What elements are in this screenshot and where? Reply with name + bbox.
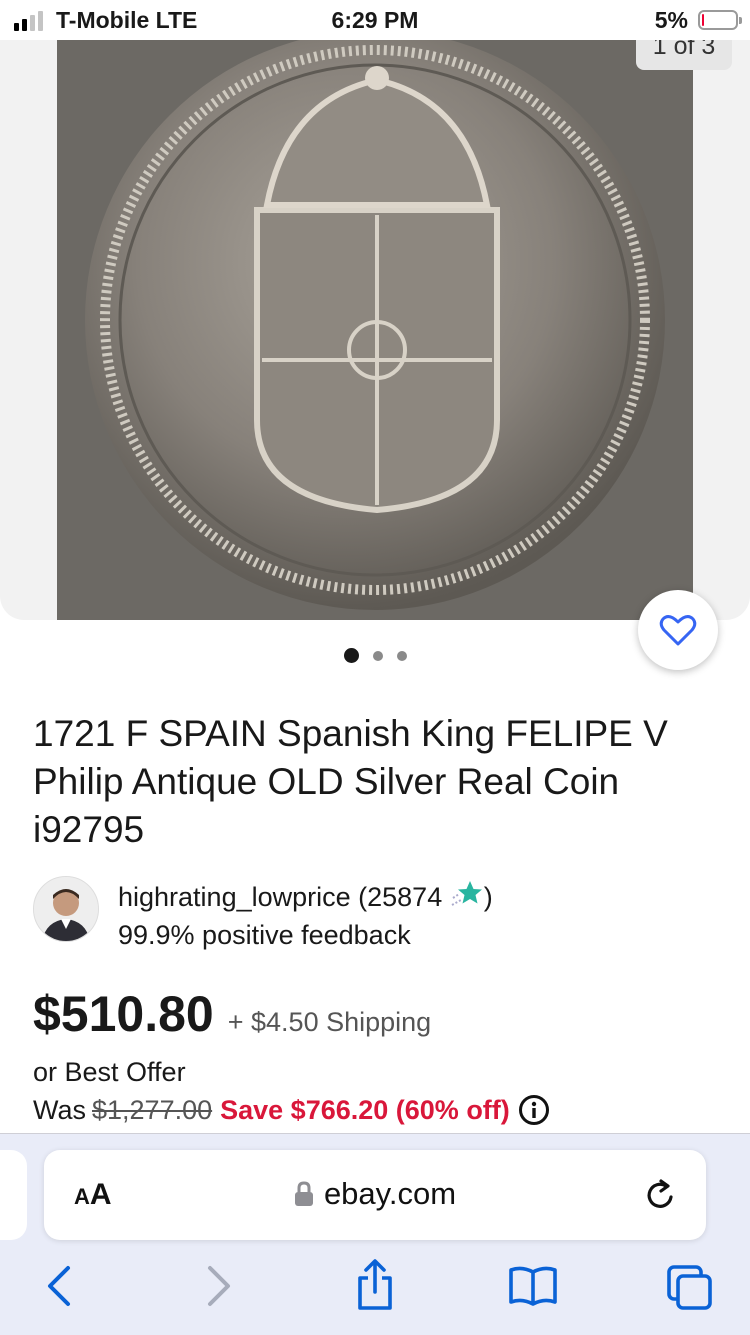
seller-feedback: 99.9% positive feedback	[118, 920, 411, 950]
best-offer-label: or Best Offer	[33, 1057, 186, 1087]
tabs-button[interactable]	[666, 1264, 714, 1317]
price-row: $510.80 + $4.50 Shipping	[33, 985, 431, 1043]
reload-button[interactable]	[644, 1178, 678, 1217]
previous-tab-peek[interactable]	[0, 1150, 27, 1240]
battery-icon	[698, 10, 742, 30]
url-text: ebay.com	[323, 1176, 457, 1211]
seller-name-link[interactable]: highrating_lowprice (25874 )	[118, 878, 493, 913]
avatar-image	[34, 877, 98, 941]
savings-label: Save $766.20 (60% off)	[220, 1094, 510, 1125]
pagination-dot[interactable]	[396, 650, 407, 661]
chevron-left-icon	[48, 1266, 70, 1306]
seller-name-suffix: )	[483, 882, 493, 912]
share-button[interactable]	[354, 1258, 396, 1317]
share-icon	[358, 1259, 392, 1310]
info-icon[interactable]	[518, 1094, 550, 1126]
address-bar[interactable]: AA ebay.com	[44, 1150, 706, 1240]
seller-name: highrating_lowprice (25874	[118, 882, 443, 912]
coin-image: .	[57, 30, 693, 620]
book-icon	[509, 1266, 557, 1306]
tabs-icon	[667, 1265, 712, 1310]
coin-photo[interactable]: .	[57, 30, 693, 620]
browser-chrome: AA ebay.com	[0, 1133, 750, 1335]
pagination-dot[interactable]	[343, 648, 359, 663]
listing-title: 1721 F SPAIN Spanish King FELIPE V Phili…	[33, 713, 668, 850]
heart-icon	[659, 615, 697, 646]
shipping-cost: + $4.50 Shipping	[227, 1007, 432, 1037]
gallery-pagination	[0, 648, 750, 663]
watch-heart-button[interactable]	[638, 590, 718, 670]
was-price-row: Was $1,277.00 Save $766.20 (60% off)	[33, 1094, 550, 1126]
lock-icon	[294, 1181, 313, 1206]
status-time: 6:29 PM	[331, 7, 419, 33]
pagination-dot[interactable]	[372, 650, 383, 661]
url-field[interactable]: ebay.com	[44, 1176, 706, 1212]
back-button[interactable]	[44, 1264, 74, 1313]
feedback-star-icon	[451, 881, 482, 906]
bookmarks-button[interactable]	[508, 1264, 558, 1313]
was-price: $1,277.00	[92, 1094, 213, 1125]
reload-icon	[647, 1179, 673, 1208]
browser-toolbar	[0, 1259, 750, 1324]
item-price: $510.80	[33, 986, 214, 1042]
forward-button[interactable]	[204, 1264, 234, 1313]
was-label: Was	[33, 1094, 86, 1125]
image-gallery[interactable]: . 1 of 3	[0, 0, 750, 620]
status-bar: T-Mobile LTE 6:29 PM 5%	[0, 0, 750, 40]
seller-avatar[interactable]	[33, 876, 99, 942]
battery-percent: 5%	[654, 7, 688, 33]
chevron-right-icon	[208, 1266, 230, 1306]
